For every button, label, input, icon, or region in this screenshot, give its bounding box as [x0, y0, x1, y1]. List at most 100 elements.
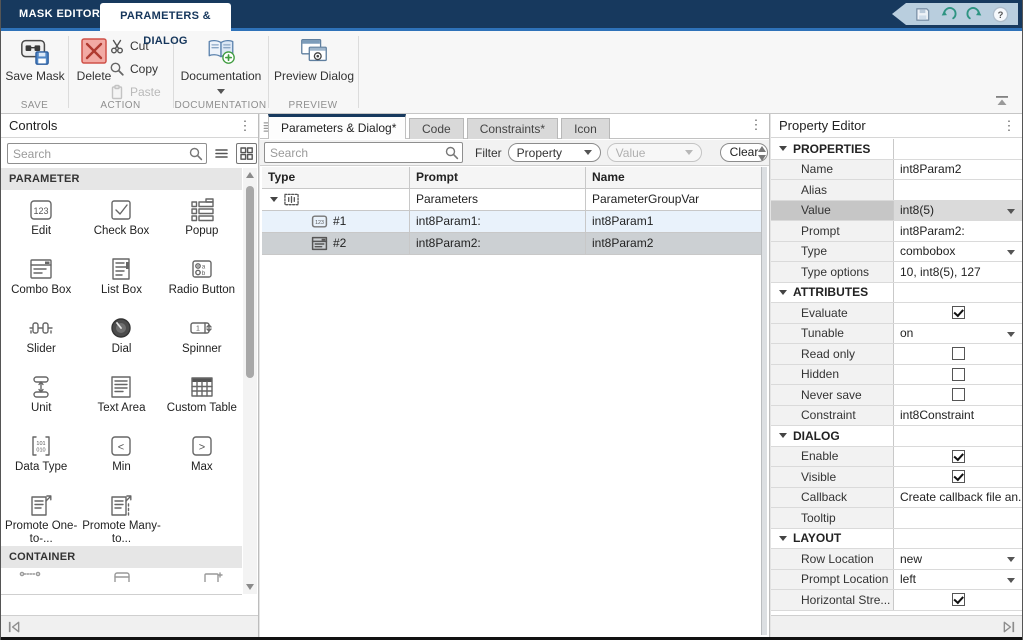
property-row-value: Valueint8(5)	[771, 201, 1022, 222]
grid-view-button[interactable]	[236, 143, 257, 164]
control-dial[interactable]: Dial	[81, 310, 161, 369]
section-collapse-icon[interactable]	[779, 433, 787, 438]
scrollbar-thumb[interactable]	[246, 186, 254, 378]
control-min[interactable]: <Min	[81, 428, 161, 487]
alias-value-field[interactable]	[894, 180, 1022, 200]
row-location-dropdown[interactable]: new	[894, 549, 1022, 569]
control-label: Promote Many-to...	[81, 520, 161, 545]
section-spacer	[894, 139, 1022, 159]
table-row[interactable]: #2int8Param2:int8Param2	[262, 233, 761, 255]
section-header-container[interactable]: CONTAINER	[1, 546, 242, 568]
collapse-toolstrip-icon[interactable]	[994, 95, 1010, 107]
column-header-prompt[interactable]: Prompt	[410, 167, 586, 188]
tab-mask-editor[interactable]: MASK EDITOR	[19, 0, 100, 28]
tunable-dropdown[interactable]: on	[894, 324, 1022, 344]
undo-icon[interactable]	[940, 6, 957, 23]
property-section-attributes[interactable]: ATTRIBUTES	[771, 283, 1022, 304]
tab-parameters-dialog[interactable]: Parameters & Dialog*	[268, 114, 406, 139]
never-save-checkbox[interactable]	[952, 388, 965, 401]
property-editor-menu-icon[interactable]: ⋮	[1002, 117, 1016, 135]
section-label-preview: PREVIEW	[268, 100, 358, 111]
scroll-up-icon[interactable]	[758, 146, 766, 152]
prompt-value-field[interactable]: int8Param2:	[894, 221, 1022, 241]
horizontal-stre-checkbox[interactable]	[952, 593, 965, 606]
control-max[interactable]: >Max	[162, 428, 242, 487]
controls-search-input[interactable]	[8, 144, 182, 163]
tab-parameters-and-dialog[interactable]: PARAMETERS & DIALOG	[100, 3, 231, 31]
table-row[interactable]: 123#1int8Param1:int8Param1	[262, 211, 761, 233]
editor-search-input[interactable]	[265, 143, 438, 162]
property-section-properties[interactable]: PROPERTIES	[771, 139, 1022, 160]
property-section-dialog[interactable]: DIALOG	[771, 426, 1022, 447]
tooltip-value-field[interactable]	[894, 508, 1022, 528]
scroll-down-icon[interactable]	[758, 155, 766, 161]
property-label: Type	[771, 242, 894, 262]
control-list-box[interactable]: List Box	[81, 251, 161, 310]
controls-vertical-scrollbar[interactable]	[243, 168, 257, 594]
copy-button[interactable]: Copy	[109, 59, 158, 79]
control-radio-button[interactable]: abRadio Button	[162, 251, 242, 310]
section-header-parameter[interactable]: PARAMETER	[1, 168, 242, 190]
redo-icon[interactable]	[966, 6, 983, 23]
control-slider[interactable]: Slider	[1, 310, 81, 369]
documentation-button[interactable]: Documentation	[177, 35, 265, 97]
control-edit[interactable]: 123Edit	[1, 192, 81, 251]
column-header-type[interactable]: Type	[262, 167, 410, 188]
scroll-down-icon[interactable]	[243, 580, 257, 594]
control-combo-box[interactable]: Combo Box	[1, 251, 81, 310]
constraint-value-field[interactable]: int8Constraint	[894, 406, 1022, 426]
table-row[interactable]: ParametersParameterGroupVar	[262, 189, 761, 211]
control-promote-one-to[interactable]: Promote One-to-...	[1, 487, 81, 546]
tab-code[interactable]: Code	[409, 118, 464, 139]
save-mask-button[interactable]: Save Mask	[3, 35, 67, 83]
list-view-button[interactable]	[211, 143, 232, 164]
tab-constraints[interactable]: Constraints*	[467, 118, 558, 139]
collapse-right-panel-icon[interactable]	[1002, 620, 1016, 634]
section-collapse-icon[interactable]	[779, 146, 787, 151]
property-row-never-save: Never save	[771, 385, 1022, 406]
combo-box-icon	[27, 255, 55, 283]
control-data-type[interactable]: 101010Data Type	[1, 428, 81, 487]
control-popup[interactable]: Popup	[162, 192, 242, 251]
name-value-field[interactable]: int8Param2	[894, 160, 1022, 180]
section-collapse-icon[interactable]	[779, 290, 787, 295]
help-icon[interactable]: ?	[992, 6, 1009, 23]
property-section-layout[interactable]: LAYOUT	[771, 529, 1022, 550]
enable-checkbox[interactable]	[952, 450, 965, 463]
tree-expand-icon[interactable]	[270, 197, 278, 202]
value-dropdown[interactable]: int8(5)	[894, 201, 1022, 221]
type-dropdown[interactable]: combobox	[894, 242, 1022, 262]
control-custom-table[interactable]: Custom Table	[162, 369, 242, 428]
controls-menu-icon[interactable]: ⋮	[238, 117, 252, 135]
column-header-name[interactable]: Name	[586, 167, 761, 188]
prompt-location-dropdown[interactable]: left	[894, 570, 1022, 590]
quick-access-toolbar: ?	[892, 3, 1018, 25]
type-options-value-field[interactable]: 10, int8(5), 127	[894, 262, 1022, 282]
table-vertical-scrollbar[interactable]	[761, 167, 767, 635]
edit-control-icon: 123	[311, 214, 328, 229]
parameter-group-icon	[283, 192, 300, 207]
dropdown-value: int8(5)	[900, 203, 934, 217]
control-promote-many-to[interactable]: Promote Many-to...	[81, 487, 161, 546]
save-icon[interactable]	[914, 6, 931, 23]
control-check-box[interactable]: Check Box	[81, 192, 161, 251]
callback-value-field[interactable]: Create callback file an...	[894, 488, 1022, 508]
hidden-checkbox[interactable]	[952, 368, 965, 381]
editor-tabbar: Parameters & Dialog*CodeConstraints*Icon…	[260, 114, 769, 139]
collapse-left-panel-icon[interactable]	[7, 620, 21, 634]
visible-checkbox[interactable]	[952, 470, 965, 483]
read-only-checkbox[interactable]	[952, 347, 965, 360]
preview-dialog-button[interactable]: Preview Dialog	[271, 35, 357, 83]
filter-property-dropdown[interactable]: Property	[508, 143, 601, 162]
section-collapse-icon[interactable]	[779, 536, 787, 541]
svg-text:b: b	[202, 271, 206, 277]
editor-menu-icon[interactable]: ⋮	[749, 116, 763, 134]
control-unit[interactable]: Unit	[1, 369, 81, 428]
scroll-up-icon[interactable]	[243, 168, 257, 182]
section-label: ATTRIBUTES	[793, 285, 868, 299]
control-spinner[interactable]: 1Spinner	[162, 310, 242, 369]
evaluate-checkbox[interactable]	[952, 306, 965, 319]
control-text-area[interactable]: Text Area	[81, 369, 161, 428]
tab-icon[interactable]: Icon	[561, 118, 610, 139]
control-label: Dial	[81, 343, 161, 356]
